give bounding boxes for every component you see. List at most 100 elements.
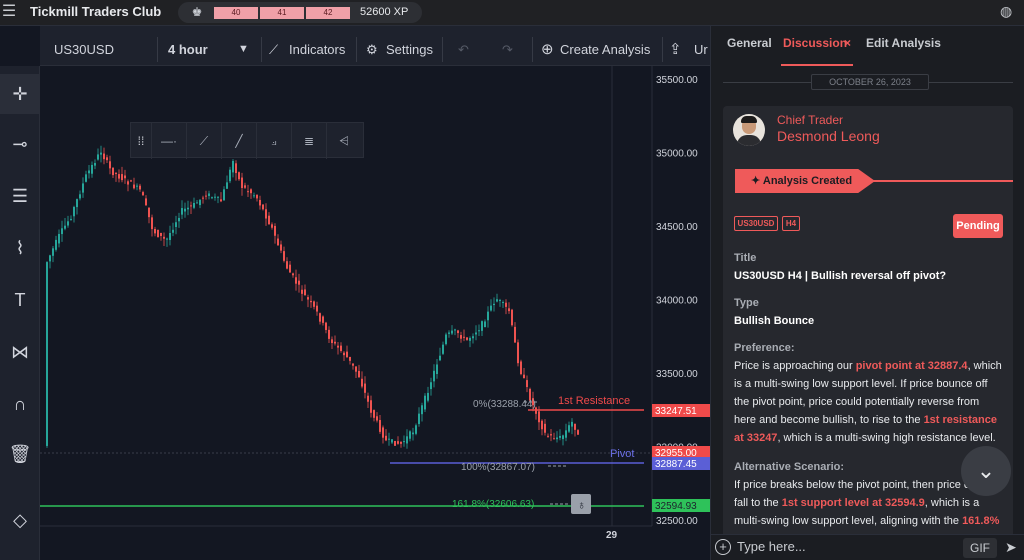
drawing-object-toolbar: ⁞⁞ —· ⟋ ╱ ⟓ ≣ ⩤ [130, 122, 364, 159]
candle-body [526, 380, 528, 388]
tab-general[interactable]: General [727, 36, 772, 50]
globe-icon[interactable]: ◍ [1000, 3, 1012, 20]
fib-icon[interactable]: ☰ [0, 176, 40, 216]
toolbar-divider [442, 37, 443, 62]
candle-body [235, 163, 237, 174]
candle-body [577, 430, 579, 435]
candle-body [436, 364, 438, 375]
toolbar-divider [157, 37, 158, 62]
candle-body [484, 321, 486, 327]
candle-body [151, 217, 153, 230]
candle-body [385, 435, 387, 441]
candle-body [394, 440, 396, 446]
candle-body [346, 351, 348, 358]
symbol-selector[interactable]: US30USD [54, 33, 114, 66]
date-divider [723, 82, 811, 83]
candle-body [406, 436, 408, 444]
redo-icon[interactable]: ↷ [502, 33, 513, 66]
status-badge[interactable]: Pending [953, 214, 1003, 238]
candle-body [175, 222, 177, 227]
candle-body [523, 374, 525, 379]
chevron-down-icon[interactable]: ▼ [238, 33, 249, 66]
drag-handle-icon[interactable]: ⁞⁞ [131, 123, 151, 159]
indicators-button[interactable]: Indicators [289, 33, 345, 66]
ray-tool-icon[interactable]: —· [151, 123, 186, 159]
extended-line-icon[interactable]: ╱ [221, 123, 256, 159]
candle-body [139, 185, 141, 190]
timeframe-selector[interactable]: 4 hour [168, 33, 208, 66]
magnet-icon[interactable]: ∩ [0, 384, 40, 424]
candle-body [475, 332, 477, 335]
horizontal-line-icon[interactable]: ⊸ [0, 124, 40, 164]
candle-body [379, 420, 381, 432]
price-tick-label: 34000.00 [656, 296, 698, 307]
chevron-down-icon[interactable]: ⌄ [961, 446, 1011, 496]
close-tab-icon[interactable]: × [844, 36, 851, 50]
candle-body [466, 337, 468, 340]
candle-body [247, 191, 249, 193]
tab-discussion[interactable]: Discussion [783, 36, 847, 50]
candle-body [94, 163, 96, 166]
comment-input[interactable]: Type here... [737, 539, 806, 554]
candle-body [160, 232, 162, 236]
trend-line-icon[interactable]: ⟋ [186, 123, 221, 159]
candle-body [493, 303, 495, 306]
candle-body [508, 308, 510, 312]
candle-body [310, 300, 312, 303]
create-analysis-button[interactable]: Create Analysis [560, 33, 650, 66]
candle-body [223, 189, 225, 201]
price-tick-label: 33500.00 [656, 369, 698, 380]
menu-icon[interactable]: ☰ [0, 3, 18, 21]
candle-body [166, 238, 168, 240]
layers-icon[interactable]: ◇ [0, 500, 40, 540]
xp-progress[interactable]: ♚ 40 41 42 52600 XP [178, 2, 422, 23]
candle-body [448, 332, 450, 334]
price-axis[interactable] [652, 66, 710, 552]
active-tab-indicator [781, 64, 853, 66]
send-icon[interactable]: ➤ [1005, 539, 1017, 556]
bulb-glyph: ♁ [577, 498, 586, 512]
panel-tabs: General Discussion × Edit Analysis [711, 26, 1024, 66]
candle-body [427, 392, 429, 401]
add-attachment-icon[interactable]: + [715, 539, 731, 555]
gif-button[interactable]: GIF [963, 538, 997, 558]
candle-body [403, 441, 405, 443]
pattern-icon[interactable]: ⋈ [0, 332, 40, 372]
candle-body [70, 218, 72, 220]
candle-body [538, 411, 540, 423]
candle-body [220, 199, 222, 202]
candle-body [145, 198, 147, 206]
settings-button[interactable]: Settings [386, 33, 433, 66]
candle-body [49, 255, 51, 262]
text-icon[interactable]: T [0, 280, 40, 320]
fib-0-label: 0%(33288.44) [473, 399, 536, 410]
candle-body [130, 180, 132, 182]
tab-edit-analysis[interactable]: Edit Analysis [866, 36, 941, 50]
fib-retracement-icon[interactable]: ≣ [291, 123, 326, 159]
time-label: 29 [606, 530, 618, 541]
candle-body [85, 174, 87, 182]
candle-body [52, 248, 54, 256]
alternative-label: Alternative Scenario: [734, 461, 845, 473]
upload-icon: ⇪ [669, 41, 682, 58]
candle-body [328, 329, 330, 339]
candle-body [421, 405, 423, 415]
candle-body [61, 228, 63, 235]
candle-body [502, 302, 504, 304]
candle-body [55, 239, 57, 250]
candle-body [286, 261, 288, 269]
crosshair-icon[interactable]: ✛ [0, 74, 40, 114]
upload-button[interactable]: Ur [694, 33, 708, 66]
fib-extension-icon[interactable]: ⩤ [326, 123, 361, 159]
price-tick-label: 35500.00 [656, 75, 698, 86]
candle-body [304, 289, 306, 296]
pivot-label: Pivot [610, 448, 634, 460]
trash-icon[interactable]: 🗑 [0, 434, 40, 474]
undo-icon[interactable]: ↶ [458, 33, 469, 66]
brush-icon[interactable]: ⌇ [0, 228, 40, 268]
candle-body [79, 194, 81, 199]
author-name[interactable]: Desmond Leong [777, 128, 880, 144]
candle-body [415, 425, 417, 434]
candle-body [325, 322, 327, 330]
path-tool-icon[interactable]: ⟓ [256, 123, 291, 159]
